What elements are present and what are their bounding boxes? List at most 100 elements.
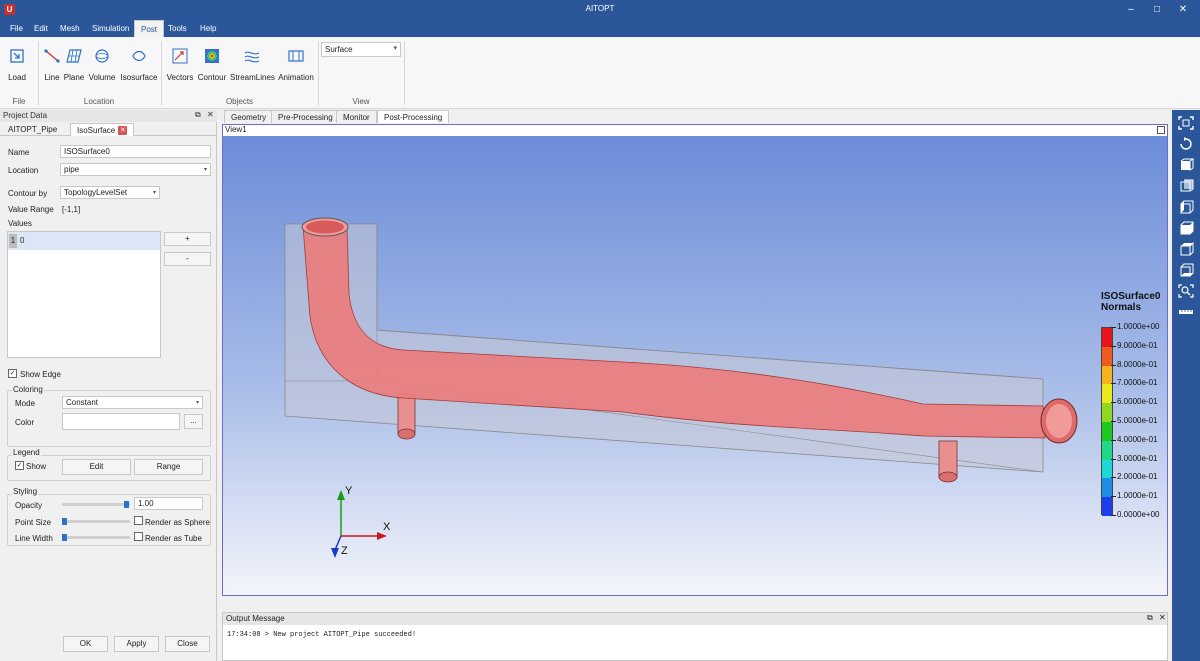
- chevron-down-icon: ▾: [393, 45, 397, 52]
- title-bar: U AITOPT – □ ✕: [0, 0, 1200, 20]
- plane-icon: [66, 49, 82, 63]
- legend-show-checkbox[interactable]: ✓: [15, 461, 24, 470]
- location-select[interactable]: pipe ▾: [60, 163, 211, 176]
- chevron-down-icon: ▾: [152, 190, 156, 196]
- float-panel-icon[interactable]: ⧉: [1147, 613, 1153, 623]
- chevron-down-icon: ▾: [195, 400, 199, 406]
- opacity-slider-thumb[interactable]: [124, 501, 129, 508]
- contour-button[interactable]: Contour: [197, 47, 227, 82]
- view-left-icon[interactable]: [1178, 200, 1194, 214]
- close-button[interactable]: Close: [165, 636, 210, 652]
- chevron-down-icon: ▾: [203, 167, 207, 173]
- value-range-label: Value Range: [8, 205, 54, 214]
- legend-color-segment: [1102, 403, 1112, 422]
- vectors-button[interactable]: Vectors: [166, 47, 194, 82]
- mode-select[interactable]: Constant ▾: [62, 396, 203, 409]
- rotate-icon[interactable]: [1178, 137, 1194, 151]
- zoom-icon[interactable]: [1178, 284, 1194, 298]
- load-button[interactable]: Load: [6, 47, 28, 82]
- maximize-view-icon[interactable]: [1157, 126, 1165, 134]
- legend-range-button[interactable]: Range: [134, 459, 203, 475]
- list-item[interactable]: 1 0: [8, 232, 160, 250]
- animation-button[interactable]: Animation: [277, 47, 315, 82]
- x-axis-label: X: [383, 521, 391, 533]
- legend-color-segment: [1102, 478, 1112, 498]
- tab-geometry[interactable]: Geometry: [224, 110, 274, 123]
- legend-tick: [1111, 402, 1116, 404]
- legend-tick-label: 5.0000e-01: [1117, 416, 1158, 425]
- menu-simulation[interactable]: Simulation: [86, 20, 135, 37]
- panel-tabs: AITOPT_Pipe IsoSurface ✕: [0, 123, 217, 136]
- legend-tick: [1111, 458, 1116, 460]
- plane-button[interactable]: Plane: [63, 47, 85, 82]
- contour-by-label: Contour by: [8, 189, 48, 198]
- axes-triad: Y X Z: [331, 486, 391, 558]
- tab-aitopt-pipe[interactable]: AITOPT_Pipe: [2, 123, 63, 136]
- legend-tick: [1111, 439, 1116, 441]
- float-panel-icon[interactable]: ⧉: [195, 110, 201, 120]
- 3d-viewport[interactable]: Y X Z ISOSurface0 Normals 1.0000e+00 9.00…: [223, 136, 1167, 595]
- menu-mesh[interactable]: Mesh: [54, 20, 86, 37]
- output-header: Output Message ⧉ ✕: [223, 613, 1167, 625]
- tab-pre-processing[interactable]: Pre-Processing: [271, 110, 340, 123]
- apply-button[interactable]: Apply: [114, 636, 159, 652]
- point-size-slider-thumb[interactable]: [62, 518, 67, 525]
- view-front-icon[interactable]: [1178, 158, 1194, 172]
- opacity-slider[interactable]: [62, 503, 130, 506]
- name-field[interactable]: ISOSurface0: [60, 145, 211, 158]
- tab-post-processing[interactable]: Post-Processing: [377, 110, 450, 123]
- menu-tools[interactable]: Tools: [162, 20, 193, 37]
- tab-monitor[interactable]: Monitor: [336, 110, 377, 123]
- maximize-button[interactable]: □: [1144, 2, 1170, 17]
- ruler-icon[interactable]: [1178, 305, 1194, 319]
- contour-by-select[interactable]: TopologyLevelSet ▾: [60, 186, 160, 199]
- menu-edit[interactable]: Edit: [28, 20, 54, 37]
- render-sphere-checkbox[interactable]: [134, 516, 143, 525]
- legend-color-segment: [1102, 384, 1112, 404]
- minimize-button[interactable]: –: [1118, 2, 1144, 17]
- render-tube-checkbox[interactable]: [134, 532, 143, 541]
- view-back-icon[interactable]: [1178, 179, 1194, 193]
- legend-color-segment: [1102, 440, 1112, 460]
- line-width-slider[interactable]: [62, 536, 130, 539]
- render-sphere-label: Render as Sphere: [145, 518, 210, 527]
- menu-help[interactable]: Help: [194, 20, 222, 37]
- fit-view-icon[interactable]: [1178, 116, 1194, 130]
- add-value-button[interactable]: +: [164, 232, 211, 246]
- view-mode-select[interactable]: Surface ▾: [321, 42, 401, 57]
- legend-tick-label: 6.0000e-01: [1117, 397, 1158, 407]
- view-bottom-icon[interactable]: [1178, 263, 1194, 277]
- tab-isosurface[interactable]: IsoSurface ✕: [70, 123, 135, 136]
- close-panel-icon[interactable]: ✕: [1159, 613, 1166, 622]
- values-list[interactable]: 1 0: [7, 231, 161, 358]
- output-panel: Output Message ⧉ ✕ 17:34:08 > New projec…: [222, 612, 1168, 661]
- line-button[interactable]: Line: [42, 47, 62, 82]
- streamlines-icon: [244, 51, 260, 63]
- ok-button[interactable]: OK: [63, 636, 108, 652]
- legend-tick-label: 3.0000e-01: [1117, 453, 1158, 463]
- legend-tick-label: 8.0000e-01: [1117, 359, 1158, 369]
- opacity-value-field[interactable]: 1.00: [134, 497, 203, 510]
- menu-file[interactable]: File: [4, 20, 29, 37]
- volume-icon: [95, 49, 109, 63]
- line-width-slider-thumb[interactable]: [62, 534, 67, 541]
- legend-edit-button[interactable]: Edit: [62, 459, 131, 475]
- show-edge-checkbox[interactable]: ✓: [8, 369, 17, 378]
- group-label-file: File: [12, 97, 26, 106]
- view-top-icon[interactable]: [1178, 242, 1194, 256]
- isosurface-button[interactable]: Isosurface: [120, 47, 158, 82]
- close-tab-icon[interactable]: ✕: [118, 126, 128, 136]
- view-right-icon[interactable]: [1178, 221, 1194, 235]
- volume-button[interactable]: Volume: [88, 47, 116, 82]
- point-size-label: Point Size: [15, 518, 52, 527]
- y-axis-label: Y: [345, 486, 353, 497]
- streamlines-button[interactable]: StreamLines: [230, 47, 275, 82]
- color-picker-button[interactable]: ...: [184, 414, 203, 429]
- menu-post[interactable]: Post: [134, 20, 165, 37]
- view-toolbar: [1172, 110, 1200, 661]
- remove-value-button[interactable]: -: [164, 252, 211, 266]
- color-swatch[interactable]: [62, 413, 180, 430]
- close-window-button[interactable]: ✕: [1170, 2, 1196, 17]
- close-panel-icon[interactable]: ✕: [207, 110, 214, 119]
- point-size-slider[interactable]: [62, 520, 130, 523]
